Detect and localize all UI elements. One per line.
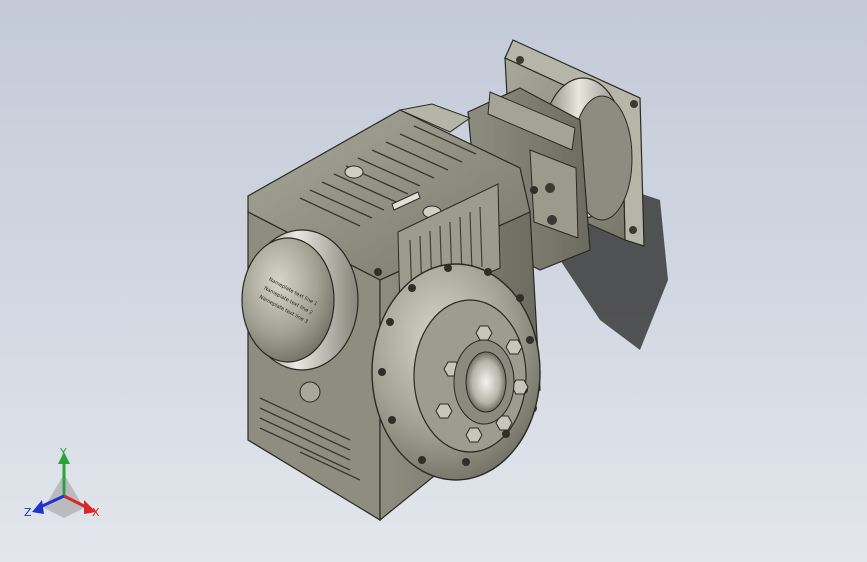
gearbox-model[interactable]: Nameplate text line 1 Nameplate text lin… [0, 0, 867, 562]
y-axis-label: Y [59, 446, 67, 459]
z-axis-label: Z [24, 506, 32, 519]
z-arrow [32, 500, 44, 514]
output-flange[interactable] [371, 263, 541, 481]
x-axis-label: X [92, 506, 100, 519]
input-cover[interactable]: Nameplate text line 1 Nameplate text lin… [241, 229, 359, 371]
coordinate-triad[interactable]: Y X Z [22, 446, 106, 526]
graphics-viewport[interactable]: Nameplate text line 1 Nameplate text lin… [0, 0, 867, 562]
